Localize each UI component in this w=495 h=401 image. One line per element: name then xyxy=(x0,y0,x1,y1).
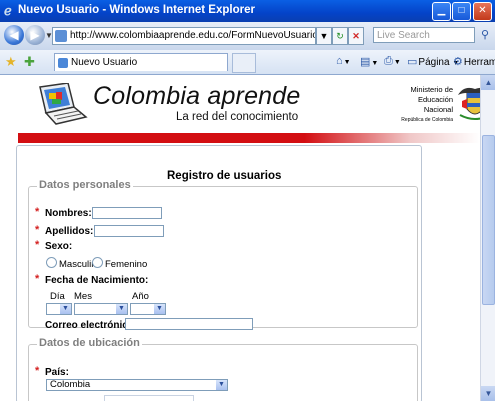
laptop-logo-icon xyxy=(39,83,88,125)
chevron-down-icon: ▼ xyxy=(60,304,71,314)
page-menu-icon: ▭ xyxy=(407,56,418,68)
anio-label: Año xyxy=(132,291,149,302)
maximize-button[interactable]: □ xyxy=(452,2,471,21)
pais-label: País: xyxy=(45,367,69,378)
tab-label: Nuevo Usuario xyxy=(71,57,138,68)
sexo-label: Sexo: xyxy=(45,241,73,252)
header-red-bar xyxy=(18,133,480,143)
search-input[interactable]: Live Search xyxy=(373,27,475,43)
partial-input[interactable] xyxy=(104,395,194,401)
required-marker: * xyxy=(35,365,40,377)
personal-data-legend: Datos personales xyxy=(37,179,133,191)
mes-select[interactable]: ▼ xyxy=(74,303,128,315)
scroll-down-icon[interactable]: ▼ xyxy=(481,386,495,401)
vertical-scrollbar[interactable]: ▲ ▼ xyxy=(480,75,495,401)
mes-label: Mes xyxy=(74,291,92,302)
navigation-bar: ◀ ▶ ▼ http://www.colombiaaprende.edu.co/… xyxy=(0,22,495,51)
tab-page-icon xyxy=(58,58,68,68)
tab-nuevo-usuario[interactable]: Nuevo Usuario xyxy=(54,53,228,71)
scroll-up-icon[interactable]: ▲ xyxy=(481,75,495,90)
dia-select[interactable]: ▼ xyxy=(46,303,72,315)
print-button[interactable]: ⎙▼ xyxy=(384,55,401,68)
ie-logo-icon: ℯ xyxy=(4,3,12,18)
command-bar: ★ ✚ Nuevo Usuario ⌂▼ ▤▼ ⎙▼ ▭Página ▼ ⚙He… xyxy=(0,50,495,75)
minimize-button[interactable]: ▁ xyxy=(432,2,451,21)
apellidos-label: Apellidos: xyxy=(45,226,94,237)
ministry-line: Educación xyxy=(417,95,453,104)
home-button[interactable]: ⌂▼ xyxy=(336,55,351,67)
femenino-radio[interactable] xyxy=(92,257,103,268)
chevron-down-icon: ▼ xyxy=(216,380,227,390)
required-marker: * xyxy=(35,224,40,236)
search-icon[interactable]: ⚲ xyxy=(477,27,493,43)
feeds-icon: ▤ xyxy=(360,56,371,68)
location-fieldset: Datos de ubicación * País: Colombia ▼ xyxy=(28,337,418,401)
pais-selected-value: Colombia xyxy=(50,379,91,390)
address-bar[interactable]: http://www.colombiaaprende.edu.co/FormNu… xyxy=(52,27,316,45)
femenino-label: Femenino xyxy=(105,259,148,270)
stop-icon[interactable]: ✕ xyxy=(348,27,364,45)
page-menu-label: Página xyxy=(418,57,450,68)
new-tab-button[interactable] xyxy=(232,53,256,73)
brand-tagline: La red del conocimiento xyxy=(176,111,299,123)
masculino-radio[interactable] xyxy=(46,257,57,268)
home-icon: ⌂ xyxy=(336,55,343,67)
scroll-thumb[interactable] xyxy=(482,135,495,305)
required-marker: * xyxy=(35,273,40,285)
ministry-line: Ministerio de xyxy=(410,85,453,94)
correo-input[interactable] xyxy=(125,318,253,330)
nombres-input[interactable] xyxy=(92,207,162,219)
window-title: Nuevo Usuario - Windows Internet Explore… xyxy=(18,4,255,16)
dia-label: Día xyxy=(50,291,65,302)
location-legend: Datos de ubicación xyxy=(37,337,142,349)
anio-select[interactable]: ▼ xyxy=(130,303,166,315)
required-marker: * xyxy=(35,239,40,251)
print-icon: ⎙ xyxy=(384,55,393,67)
close-button[interactable]: ✕ xyxy=(473,2,492,21)
personal-data-fieldset: Datos personales * Nombres: * Apellidos:… xyxy=(28,179,418,331)
form-panel: Registro de usuarios Datos personales * … xyxy=(16,145,422,401)
title-bar: ℯ Nuevo Usuario - Windows Internet Explo… xyxy=(0,0,495,22)
add-favorites-icon[interactable]: ✚ xyxy=(24,54,35,70)
feeds-button[interactable]: ▤▼ xyxy=(360,55,378,68)
required-marker: * xyxy=(35,206,40,218)
page-menu[interactable]: ▭Página ▼ xyxy=(407,55,459,68)
fecha-label: Fecha de Nacimiento: xyxy=(45,275,149,286)
ministry-label: Ministerio de Educación Nacional Repúbli… xyxy=(373,85,453,125)
page-icon xyxy=(55,30,67,42)
back-button[interactable]: ◀ xyxy=(4,25,24,45)
form-title: Registro de usuarios xyxy=(167,170,282,182)
apellidos-input[interactable] xyxy=(94,225,164,237)
refresh-icon[interactable]: ↻ xyxy=(332,27,348,45)
republic-label: República de Colombia xyxy=(401,117,453,123)
pais-select[interactable]: Colombia ▼ xyxy=(46,379,228,391)
correo-label: Correo electrónico: xyxy=(45,320,138,331)
address-dropdown-button[interactable]: ▼ xyxy=(316,27,332,45)
brand-logo-text: Colombia aprende xyxy=(93,82,301,110)
tools-gear-icon: ⚙ xyxy=(453,56,463,68)
chevron-down-icon: ▼ xyxy=(116,304,127,314)
tools-menu-label: Herramientas xyxy=(463,57,495,68)
coat-of-arms-icon xyxy=(458,87,480,120)
page-content: Colombia aprende La red del conocimiento… xyxy=(0,75,480,401)
tools-menu[interactable]: ⚙Herramientas xyxy=(453,55,495,68)
address-url: http://www.colombiaaprende.edu.co/FormNu… xyxy=(70,30,316,41)
nombres-label: Nombres: xyxy=(45,208,92,219)
ministry-line: Nacional xyxy=(423,105,453,114)
site-header: Colombia aprende La red del conocimiento… xyxy=(18,75,480,133)
forward-button[interactable]: ▶ xyxy=(25,25,45,45)
favorites-star-icon[interactable]: ★ xyxy=(5,54,17,70)
chevron-down-icon: ▼ xyxy=(154,304,165,314)
